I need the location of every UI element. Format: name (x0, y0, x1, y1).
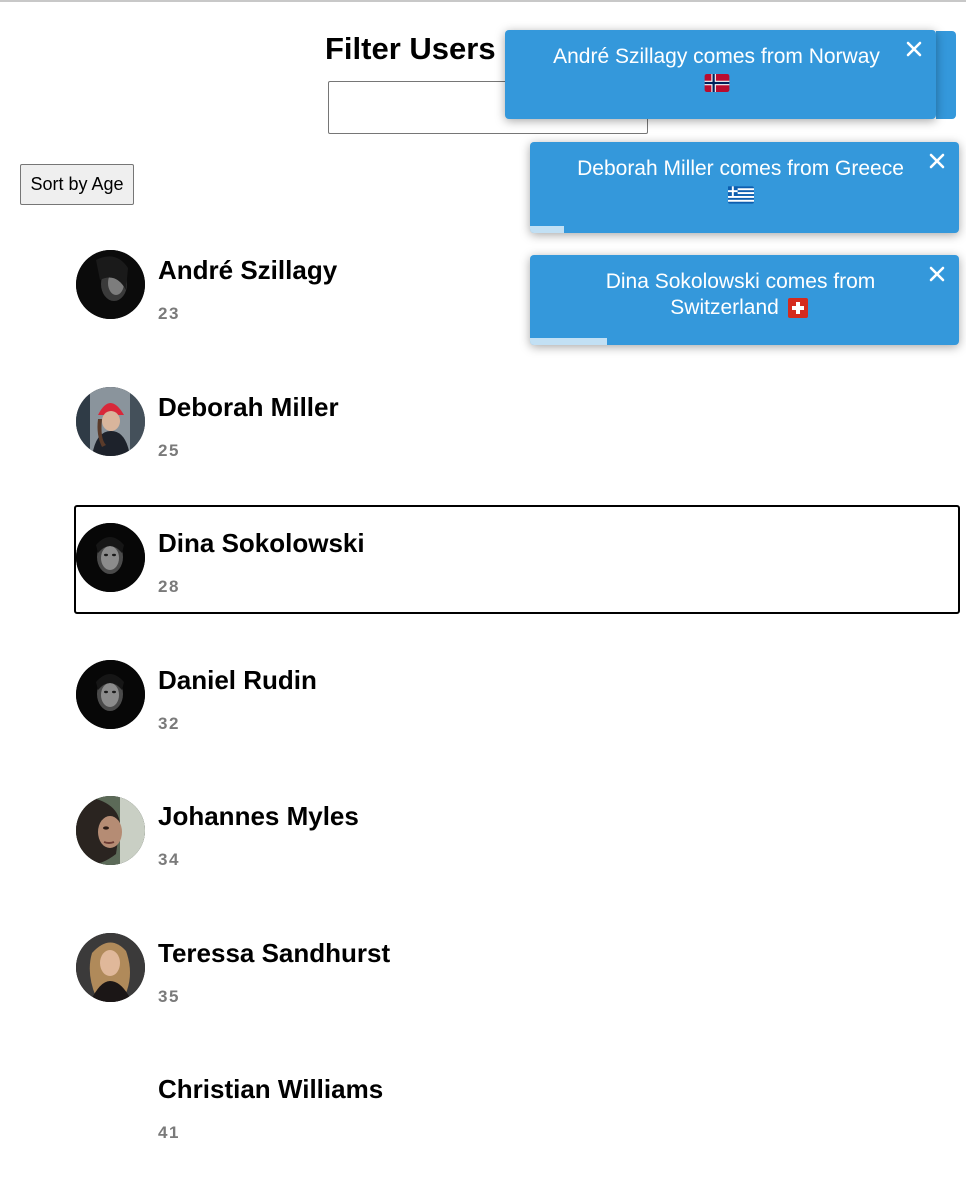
user-name: Deborah Miller (158, 391, 339, 422)
portrait-profile-avatar (76, 796, 145, 865)
toast-notification[interactable]: André Szillagy comes from Norway (505, 30, 936, 119)
toast-message: Deborah Miller comes from Greece (560, 156, 921, 182)
user-name: Dina Sokolowski (158, 528, 365, 558)
norway-flag-icon (704, 74, 729, 93)
toast-message: Dina Sokolowski comes from (560, 269, 921, 295)
toast-progress-bar (530, 338, 608, 345)
portrait-dark-avatar (76, 659, 145, 729)
user-age: 41 (158, 1123, 180, 1142)
user-name: Daniel Rudin (158, 664, 317, 695)
user-age: 35 (158, 986, 180, 1006)
toast-message: André Szillagy comes from Norway (535, 44, 898, 70)
toast-notification[interactable]: Deborah Miller comes from Greece (530, 142, 959, 233)
toast-message-line: Switzerland (560, 295, 921, 321)
portrait-dark-avatar (76, 250, 145, 319)
greece-flag-icon (727, 186, 754, 205)
user-age: 34 (158, 850, 180, 869)
close-icon[interactable] (927, 264, 947, 284)
toast-text: Dina Sokolowski comes from (605, 270, 876, 293)
blank-avatar (76, 1069, 145, 1138)
close-icon[interactable] (927, 151, 947, 171)
toast-notification[interactable]: Dina Sokolowski comes from Switzerland (530, 255, 959, 345)
user-list-item[interactable]: Deborah Miller 25 (74, 369, 960, 478)
user-age: 28 (158, 577, 180, 596)
toast-progress-bar (530, 226, 565, 233)
user-name: Christian Williams (158, 1074, 384, 1104)
user-list-item[interactable]: Teressa Sandhurst 35 (74, 915, 960, 1024)
user-list-item[interactable]: Christian Williams 41 (74, 1051, 960, 1160)
top-divider (0, 0, 966, 2)
user-age: 23 (158, 304, 180, 323)
sort-by-age-button[interactable]: Sort by Age (20, 164, 134, 205)
user-list: André Szillagy 23 Deborah Miller 25 Dina… (74, 232, 960, 1188)
user-list-item-selected[interactable]: Dina Sokolowski 28 (74, 505, 960, 614)
user-list-item[interactable]: Johannes Myles 34 (74, 778, 960, 887)
user-age: 25 (158, 440, 180, 460)
portrait-blonde-avatar (76, 932, 145, 1002)
portrait-dark-avatar (76, 523, 145, 592)
page-title: Filter Users (325, 31, 496, 66)
close-icon[interactable] (904, 39, 924, 59)
toast-stack-edge (936, 31, 956, 119)
switzerland-flag-icon (787, 298, 808, 319)
user-name: Johannes Myles (158, 801, 359, 831)
toast-text: Deborah Miller comes from Greece (577, 157, 904, 180)
portrait-red-beanie-avatar (76, 386, 145, 456)
toast-message-line (535, 70, 898, 96)
user-age: 32 (158, 713, 180, 733)
user-name: André Szillagy (158, 255, 338, 285)
user-list-item[interactable]: Daniel Rudin 32 (74, 642, 960, 751)
toast-text: André Szillagy comes from Norway (553, 45, 880, 68)
toast-text-line2: Switzerland (670, 296, 779, 319)
toast-message-line (560, 182, 921, 208)
user-name: Teressa Sandhurst (158, 937, 391, 968)
